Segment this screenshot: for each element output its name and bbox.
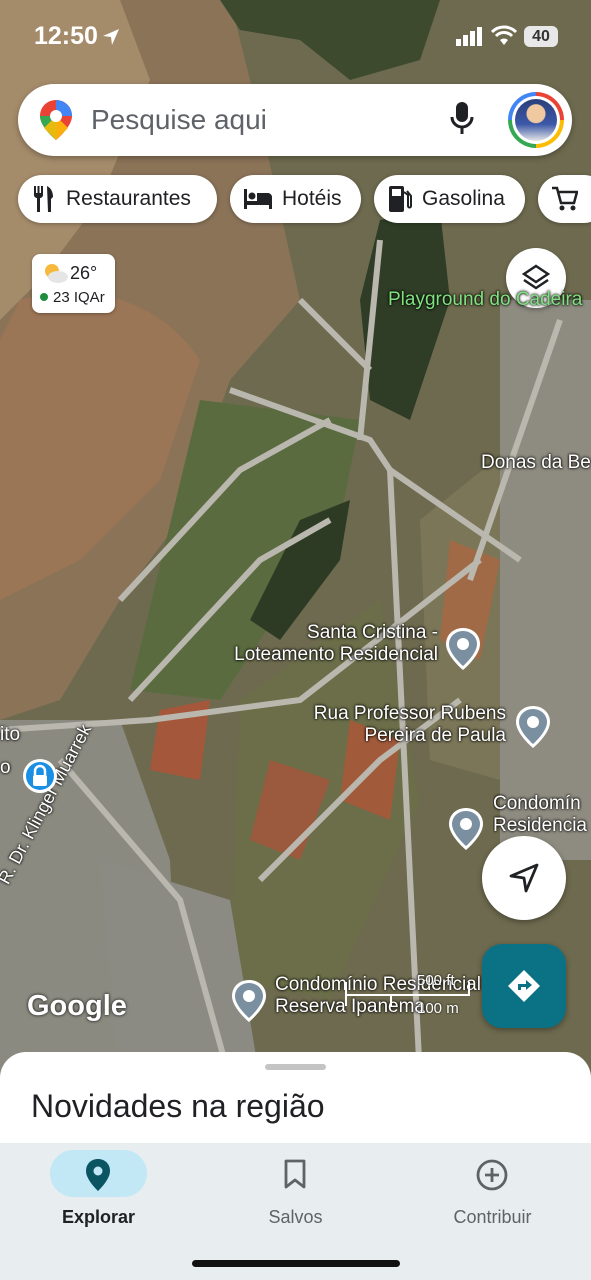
map-label-santa-cristina[interactable]: Santa Cristina - Loteamento Residencial: [208, 622, 438, 666]
account-avatar[interactable]: [508, 92, 564, 148]
scale-tick: [390, 994, 392, 1006]
cart-icon: [552, 186, 578, 211]
poi-pin-icon[interactable]: [514, 704, 552, 750]
poi-pin-icon[interactable]: [447, 806, 485, 852]
chip-hotels[interactable]: Hotéis: [230, 175, 361, 223]
chip-gas[interactable]: Gasolina: [374, 175, 525, 223]
nav-label: Salvos: [268, 1207, 323, 1227]
search-bar[interactable]: Pesquise aqui: [18, 84, 572, 156]
home-indicator[interactable]: [192, 1260, 400, 1267]
partly-cloudy-icon: [45, 264, 68, 283]
gas-pump-icon: [389, 186, 412, 212]
sheet-drag-handle[interactable]: [265, 1064, 326, 1070]
nav-label: Contribuir: [453, 1207, 532, 1227]
nav-explore[interactable]: Explorar: [0, 1143, 197, 1243]
map-label-playground[interactable]: Playground do Cadeira: [388, 289, 582, 311]
poi-pin-icon[interactable]: [230, 978, 268, 1024]
chip-label: Restaurantes: [66, 187, 191, 210]
nav-label: Explorar: [61, 1207, 136, 1227]
map-label-line: Loteamento Residencial: [234, 644, 438, 665]
fork-knife-icon: [34, 186, 53, 212]
chip-label: Gasolina: [422, 187, 505, 210]
google-logo: Google: [27, 990, 127, 1022]
satellite-map[interactable]: [0, 0, 591, 1080]
scale-meters: 100 m: [417, 1000, 459, 1017]
scale-tick: [345, 982, 347, 1006]
map-label-line: Residencia: [493, 815, 587, 836]
wifi-icon: [491, 25, 517, 45]
scale-bar: [345, 994, 470, 996]
weather-temperature: 26°: [70, 263, 98, 283]
map-label-rua-professor[interactable]: Rua Professor Rubens Pereira de Paula: [288, 703, 506, 747]
lock-pin-icon[interactable]: [22, 758, 58, 798]
avatar-photo: [515, 99, 557, 141]
air-quality-index: 23 IQAr: [53, 289, 105, 306]
map-scale: 500 ft 100 m: [345, 970, 470, 1017]
map-label-fragment: o: [0, 757, 11, 778]
nav-saved[interactable]: Salvos: [197, 1143, 394, 1243]
navigation-arrow-icon: [509, 863, 539, 893]
chip-restaurants[interactable]: Restaurantes: [18, 175, 217, 223]
my-location-button[interactable]: [482, 836, 566, 920]
directions-icon: [508, 970, 540, 1002]
map-label-line: Rua Professor Rubens: [313, 703, 506, 724]
cellular-signal-icon: [456, 27, 482, 46]
add-circle-icon: [476, 1159, 508, 1191]
map-label-condominio-right[interactable]: Condomín Residencia: [493, 793, 591, 837]
poi-pin-icon[interactable]: [444, 626, 482, 672]
map-label-donas[interactable]: Donas da Be: [481, 452, 591, 474]
status-bar: 12:50 40: [0, 0, 591, 76]
location-pin-icon: [86, 1159, 110, 1191]
map-label-line: Condomín: [493, 793, 581, 814]
microphone-icon[interactable]: [450, 102, 474, 136]
scale-tick: [468, 982, 470, 994]
status-time: 12:50: [34, 22, 98, 50]
search-input[interactable]: Pesquise aqui: [91, 104, 267, 136]
battery-indicator: 40: [524, 26, 558, 47]
google-maps-pin-icon: [40, 100, 72, 140]
map-label-fragment: ito: [0, 724, 21, 745]
location-arrow-icon: [103, 29, 119, 45]
scale-feet: 500 ft: [417, 972, 455, 989]
layers-icon: [522, 264, 550, 290]
directions-button[interactable]: [482, 944, 566, 1028]
chip-shopping[interactable]: [538, 175, 591, 223]
explore-bottom-sheet[interactable]: Novidades na região: [0, 1052, 591, 1152]
map-label-line: Pereira de Paula: [364, 725, 506, 746]
bed-icon: [244, 189, 272, 209]
map-label-line: Santa Cristina -: [307, 622, 438, 643]
aqi-status-dot: [40, 293, 48, 301]
chip-label: Hotéis: [282, 187, 342, 210]
sheet-title: Novidades na região: [31, 1088, 325, 1124]
weather-widget[interactable]: 26° 23 IQAr: [32, 254, 115, 313]
nav-contribute[interactable]: Contribuir: [394, 1143, 591, 1243]
bookmark-icon: [284, 1159, 306, 1189]
